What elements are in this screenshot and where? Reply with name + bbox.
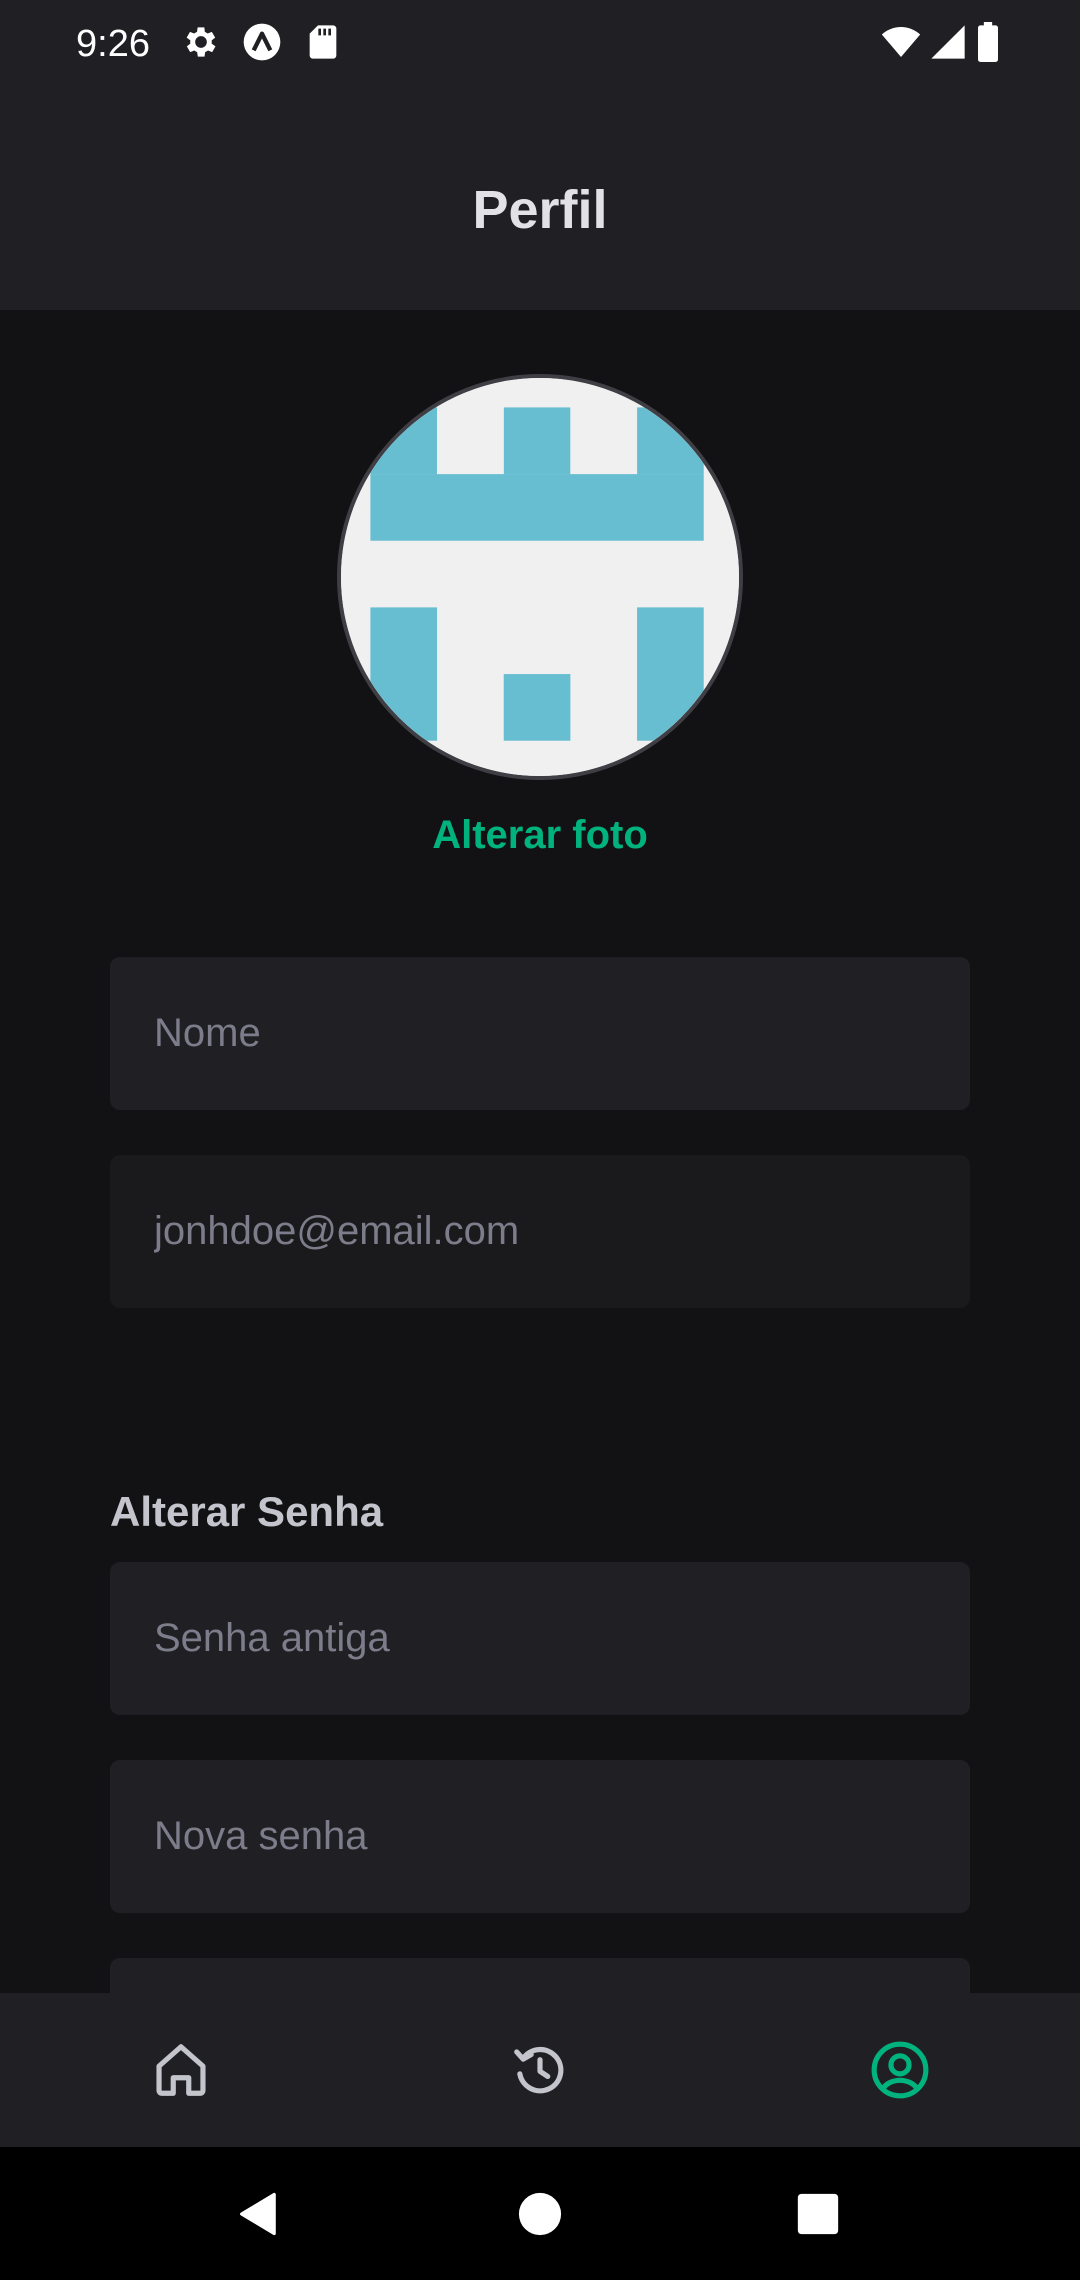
old-password-field[interactable] bbox=[110, 1562, 970, 1715]
bottom-tab-bar bbox=[0, 1993, 1080, 2147]
tab-profile[interactable] bbox=[845, 2015, 955, 2125]
email-input[interactable] bbox=[110, 1155, 970, 1308]
change-photo-button[interactable]: Alterar foto bbox=[0, 810, 1080, 860]
tab-history[interactable] bbox=[485, 2015, 595, 2125]
recents-square-icon bbox=[797, 2193, 839, 2235]
nav-back-button[interactable] bbox=[220, 2175, 298, 2253]
history-icon bbox=[514, 2046, 564, 2094]
home-circle-icon bbox=[518, 2192, 562, 2236]
status-time: 9:26 bbox=[76, 23, 150, 65]
nav-recents-button[interactable] bbox=[779, 2175, 857, 2253]
new-password-field[interactable] bbox=[110, 1760, 970, 1913]
profile-screen: 9:26 Perfil Alterar foto Nome jonhdoe@em… bbox=[0, 0, 1080, 2280]
avatar-identicon bbox=[341, 378, 739, 776]
old-password-input[interactable] bbox=[110, 1562, 970, 1715]
password-section-title: Alterar Senha bbox=[110, 1488, 384, 1535]
home-icon bbox=[156, 2044, 206, 2096]
name-field[interactable] bbox=[110, 957, 970, 1110]
app-a-icon bbox=[242, 22, 282, 62]
status-bar: 9:26 bbox=[0, 0, 1080, 88]
page-title: Perfil bbox=[472, 180, 608, 240]
nav-home-button[interactable] bbox=[501, 2175, 579, 2253]
system-nav-bar bbox=[0, 2147, 1080, 2280]
user-circle-icon bbox=[871, 2041, 929, 2099]
avatar[interactable] bbox=[337, 374, 743, 780]
settings-icon bbox=[181, 22, 221, 62]
battery-icon bbox=[976, 22, 1002, 62]
name-input[interactable] bbox=[110, 957, 970, 1110]
back-triangle-icon bbox=[240, 2192, 276, 2236]
wifi-icon bbox=[880, 22, 922, 62]
new-password-input[interactable] bbox=[110, 1760, 970, 1913]
signal-icon bbox=[928, 22, 968, 62]
header: Perfil bbox=[0, 88, 1080, 310]
sd-card-icon bbox=[303, 22, 343, 62]
tab-home[interactable] bbox=[126, 2015, 236, 2125]
email-field[interactable] bbox=[110, 1155, 970, 1308]
